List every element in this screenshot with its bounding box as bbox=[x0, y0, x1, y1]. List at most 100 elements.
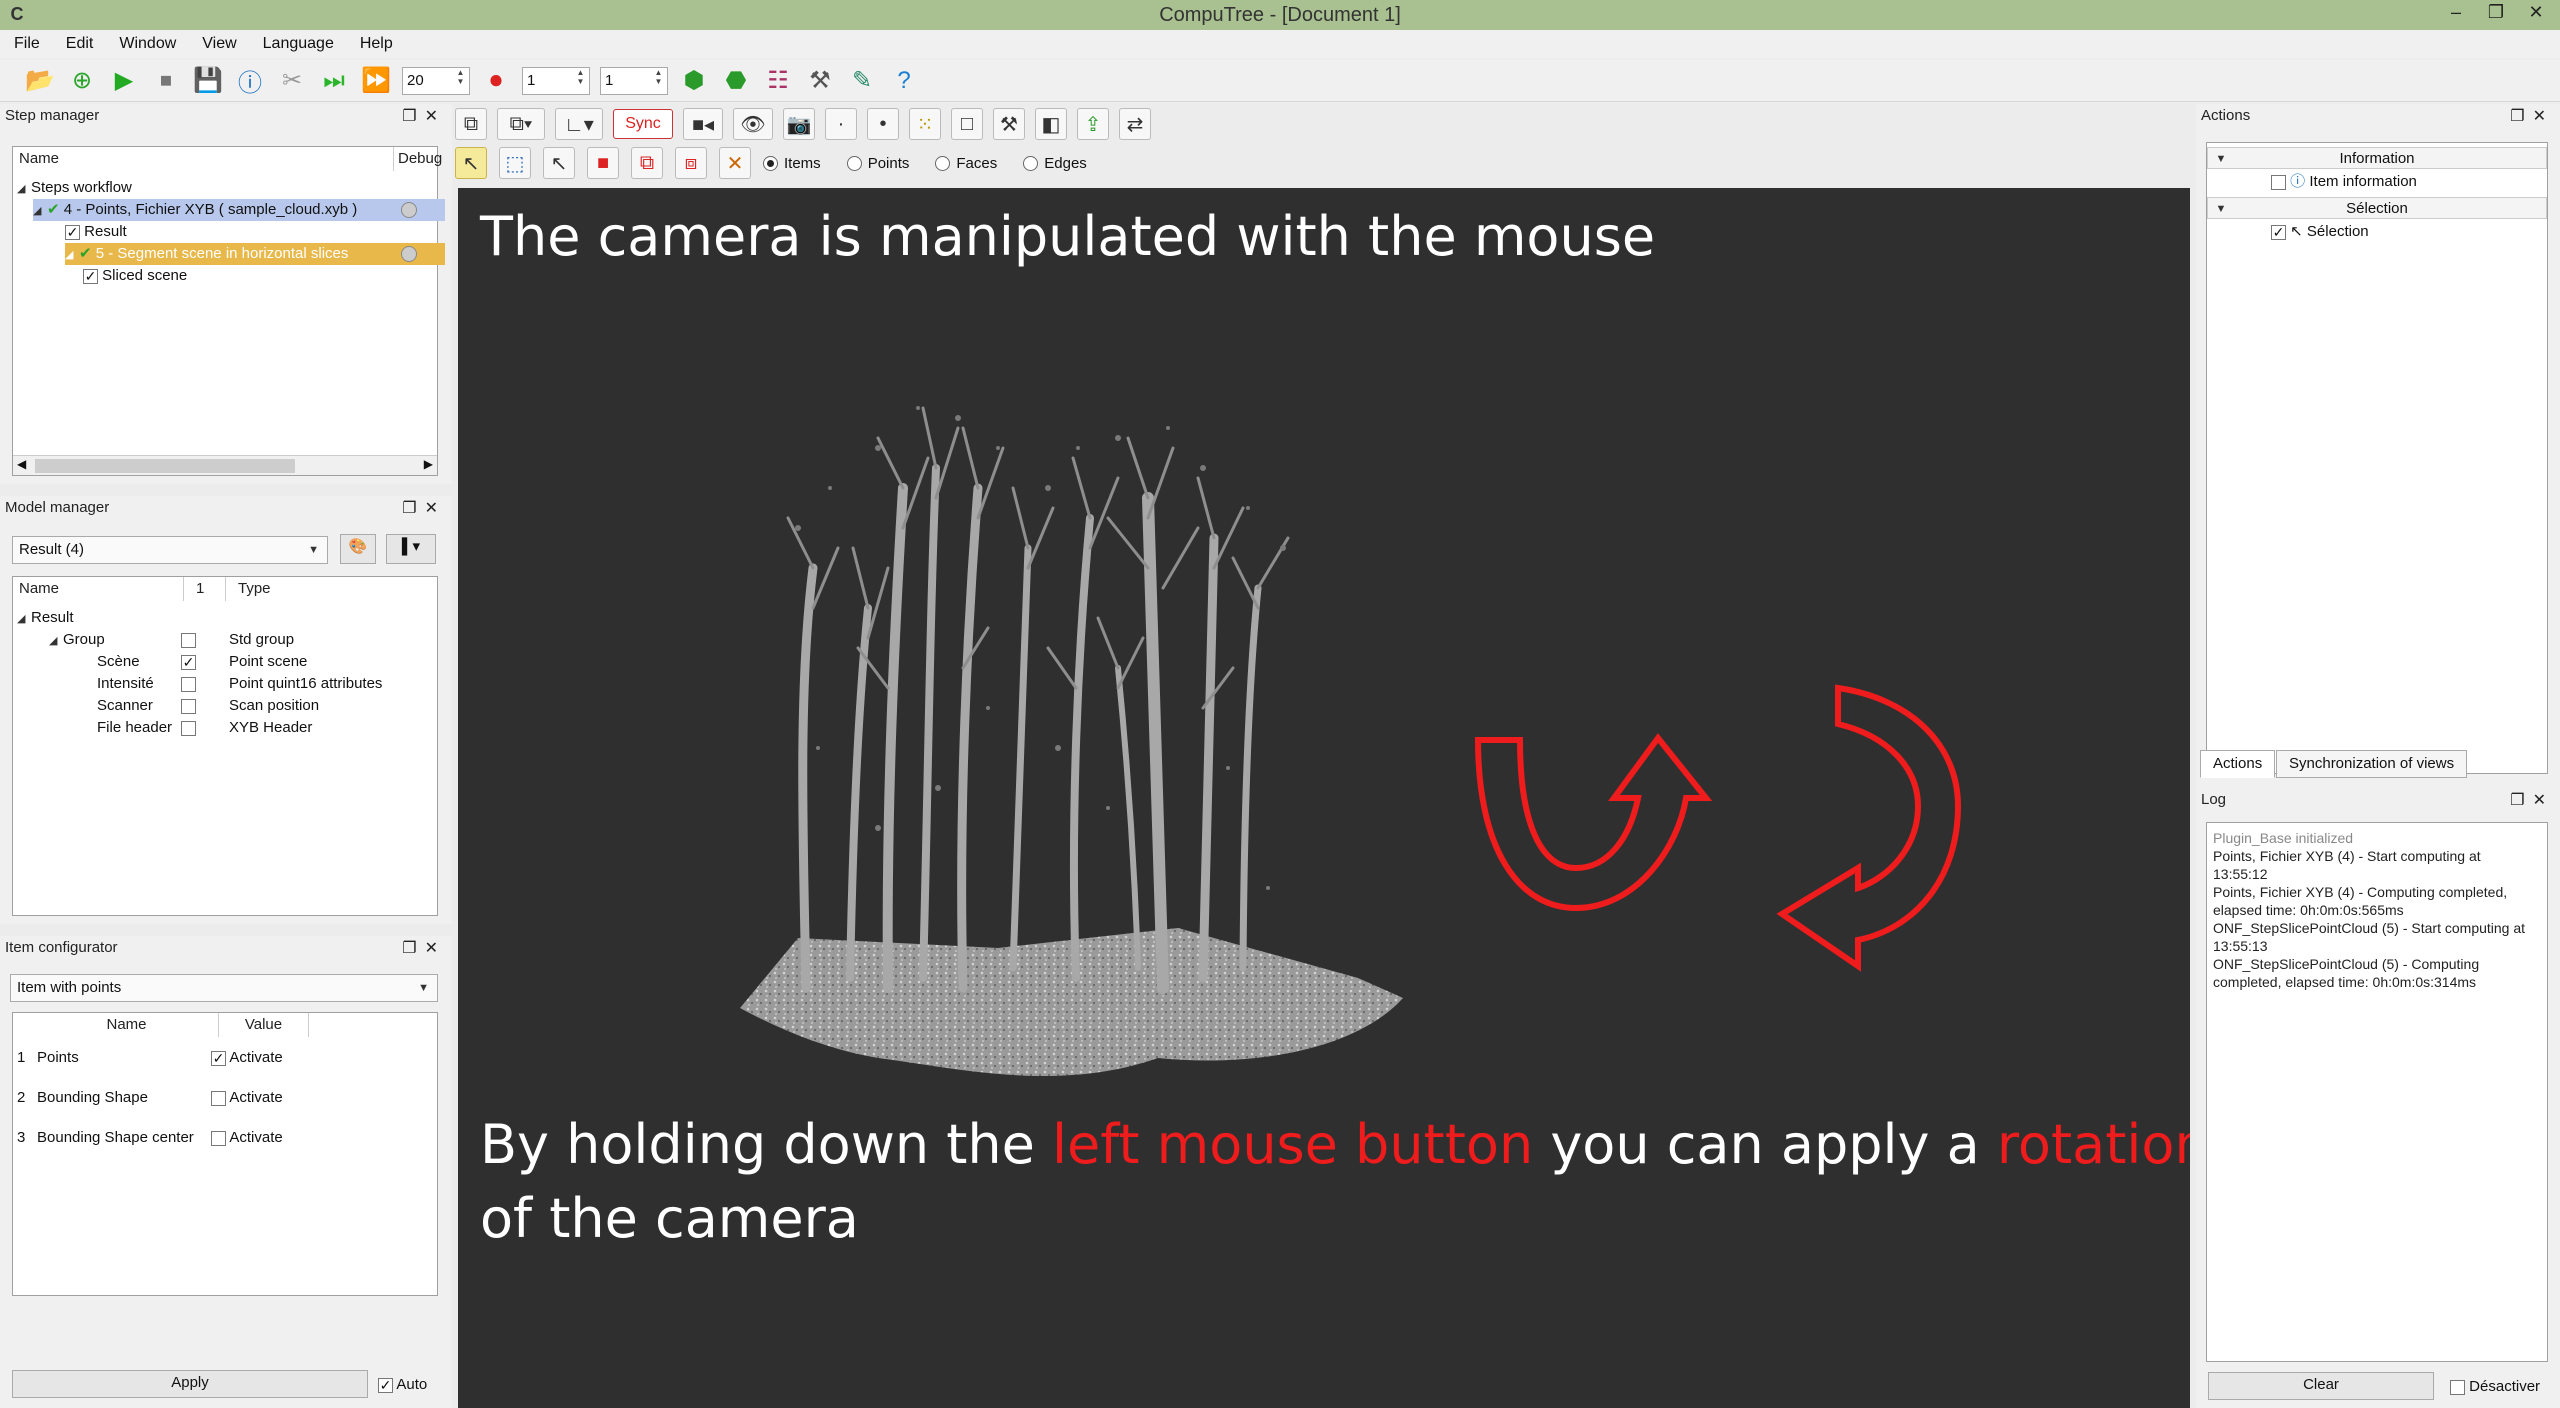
step-4-result-row[interactable]: ✓ Result bbox=[65, 221, 127, 243]
rect-select-icon[interactable]: ⬚ bbox=[499, 147, 531, 179]
view-layout-icon[interactable]: ⧉▾ bbox=[497, 108, 545, 140]
dock-controls[interactable]: ❐✕ bbox=[402, 938, 446, 958]
model-row-intensite[interactable]: Intensité bbox=[97, 673, 154, 695]
lasso-select-icon[interactable]: ↖ bbox=[543, 147, 575, 179]
action-item-selection[interactable]: ✓ ↖ Sélection bbox=[2271, 221, 2369, 243]
apply-button[interactable]: Apply bbox=[12, 1370, 368, 1398]
action-group-information[interactable]: ▼ Information bbox=[2207, 147, 2547, 169]
step-5-result-row[interactable]: ✓ Sliced scene bbox=[83, 265, 187, 287]
select-remove-icon[interactable]: ⧈ bbox=[675, 147, 707, 179]
menu-view[interactable]: View bbox=[202, 35, 236, 53]
config-row-bounding-shape[interactable]: Bounding Shape bbox=[37, 1087, 148, 1109]
sync-button[interactable]: Sync bbox=[613, 109, 673, 139]
pointer-select-icon[interactable]: ↖ bbox=[455, 147, 487, 179]
checkbox[interactable] bbox=[181, 720, 196, 736]
record-icon[interactable]: ⏺ bbox=[480, 65, 512, 97]
run-icon[interactable]: ▶ bbox=[108, 65, 140, 97]
plugin-icon[interactable]: ✎ bbox=[846, 65, 878, 97]
checkbox[interactable]: ✓ bbox=[181, 654, 196, 670]
tree-root-steps-workflow[interactable]: ◢ Steps workflow bbox=[17, 177, 132, 199]
select-toggle-icon[interactable]: ✕ bbox=[719, 147, 751, 179]
checkbox[interactable] bbox=[211, 1130, 226, 1146]
dock-controls[interactable]: ❐✕ bbox=[402, 498, 446, 518]
model-row-result[interactable]: ◢ Result bbox=[17, 607, 74, 629]
checkbox[interactable] bbox=[181, 632, 196, 648]
model-check-scanner[interactable] bbox=[181, 695, 196, 717]
checkbox[interactable] bbox=[211, 1090, 226, 1106]
contrast-icon[interactable]: ◧ bbox=[1035, 108, 1067, 140]
auto-checkbox[interactable]: ✓ Auto bbox=[378, 1374, 427, 1396]
step-4-row[interactable]: ◢ ✔ 4 - Points, Fichier XYB ( sample_clou… bbox=[33, 199, 445, 221]
open-file-icon[interactable]: 📂 bbox=[24, 65, 56, 97]
gradient-menu-button[interactable]: ▌▾ bbox=[386, 534, 436, 564]
menu-edit[interactable]: Edit bbox=[66, 35, 94, 53]
eye-icon[interactable]: 👁 bbox=[733, 108, 773, 140]
action-group-selection[interactable]: ▼ Sélection bbox=[2207, 197, 2547, 219]
list-icon[interactable]: ☷ bbox=[762, 65, 794, 97]
info-icon[interactable]: ⓘ bbox=[234, 65, 266, 97]
model-check-intensite[interactable] bbox=[181, 673, 196, 695]
spinbox-3[interactable]: 1 bbox=[600, 66, 668, 95]
checkbox[interactable]: ✓ bbox=[2271, 224, 2286, 240]
model-check-scene[interactable]: ✓ bbox=[181, 651, 196, 673]
screenshot-icon[interactable]: 📷 bbox=[783, 108, 815, 140]
model-check-group[interactable] bbox=[181, 629, 196, 651]
model-row-file-header[interactable]: File header bbox=[97, 717, 172, 739]
config-value-points[interactable]: ✓ Activate bbox=[211, 1047, 283, 1069]
mode-edges-radio[interactable]: Edges bbox=[1023, 155, 1087, 172]
help-icon[interactable]: ? bbox=[888, 65, 920, 97]
square-icon[interactable]: □ bbox=[951, 108, 983, 140]
dock-controls[interactable]: ❐✕ bbox=[2510, 790, 2554, 810]
checkbox[interactable] bbox=[181, 676, 196, 692]
debug-step-icon[interactable]: ⏭ bbox=[318, 65, 350, 97]
debug-fast-forward-icon[interactable]: ⏩ bbox=[360, 65, 392, 97]
debug-indicator-icon[interactable] bbox=[401, 202, 417, 218]
model-row-group[interactable]: ◢ Group bbox=[49, 629, 105, 651]
camera-menu-icon[interactable]: ■◂ bbox=[683, 108, 723, 140]
new-3d-document-icon[interactable]: ⬣ bbox=[720, 65, 752, 97]
spinbox-2[interactable]: 1 bbox=[522, 66, 590, 95]
point-size-small-icon[interactable]: · bbox=[825, 108, 857, 140]
checkbox[interactable] bbox=[181, 698, 196, 714]
new-view-icon[interactable]: ⧉ bbox=[455, 108, 487, 140]
config-value-bounding-shape[interactable]: Activate bbox=[211, 1087, 283, 1109]
checkbox[interactable] bbox=[2450, 1379, 2465, 1395]
result-combo[interactable]: Result (4) bbox=[12, 536, 328, 564]
add-step-icon[interactable]: ⊕ bbox=[66, 65, 98, 97]
mode-faces-radio[interactable]: Faces bbox=[935, 155, 997, 172]
color-palette-button[interactable]: 🎨 bbox=[340, 534, 376, 564]
horizontal-scrollbar[interactable]: ◀ ▶ bbox=[13, 455, 437, 475]
checkbox[interactable]: ✓ bbox=[83, 268, 98, 284]
debug-indicator-icon[interactable] bbox=[401, 246, 417, 262]
stop-icon[interactable]: ⏹ bbox=[150, 65, 182, 97]
menu-language[interactable]: Language bbox=[263, 35, 334, 53]
tools-icon[interactable]: ⚒ bbox=[804, 65, 836, 97]
clear-icon[interactable]: ✂ bbox=[276, 65, 308, 97]
axis-icon[interactable]: ∟▾ bbox=[555, 108, 603, 140]
select-add-icon[interactable]: ⧉ bbox=[631, 147, 663, 179]
config-value-bounding-shape-center[interactable]: Activate bbox=[211, 1127, 283, 1149]
menu-file[interactable]: File bbox=[14, 35, 40, 53]
config-row-points[interactable]: Points bbox=[37, 1047, 79, 1069]
minimize-window-button[interactable]: – bbox=[2436, 0, 2476, 26]
scroll-left-icon[interactable]: ◀ bbox=[17, 457, 26, 471]
config-row-bounding-shape-center[interactable]: Bounding Shape center bbox=[37, 1127, 194, 1149]
scroll-right-icon[interactable]: ▶ bbox=[424, 457, 433, 471]
grid-points-icon[interactable]: ⁙ bbox=[909, 108, 941, 140]
step-5-row[interactable]: ◢ ✔ 5 - Segment scene in horizontal slice… bbox=[65, 243, 445, 265]
sync-views-icon[interactable]: ⇄ bbox=[1119, 108, 1151, 140]
menu-window[interactable]: Window bbox=[119, 35, 176, 53]
tool-icon[interactable]: ⚒ bbox=[993, 108, 1025, 140]
checkbox[interactable] bbox=[2271, 174, 2286, 190]
checkbox[interactable]: ✓ bbox=[211, 1050, 226, 1066]
checkbox[interactable]: ✓ bbox=[65, 224, 80, 240]
menu-help[interactable]: Help bbox=[360, 35, 393, 53]
mode-items-radio[interactable]: Items bbox=[763, 155, 821, 172]
clear-log-button[interactable]: Clear bbox=[2208, 1372, 2434, 1400]
model-row-scene[interactable]: Scène bbox=[97, 651, 140, 673]
new-document-icon[interactable]: ⬢ bbox=[678, 65, 710, 97]
scrollbar-thumb[interactable] bbox=[35, 459, 295, 473]
disable-log-checkbox[interactable]: Désactiver bbox=[2450, 1376, 2540, 1398]
model-check-file-header[interactable] bbox=[181, 717, 196, 739]
close-window-button[interactable]: ✕ bbox=[2516, 0, 2556, 26]
